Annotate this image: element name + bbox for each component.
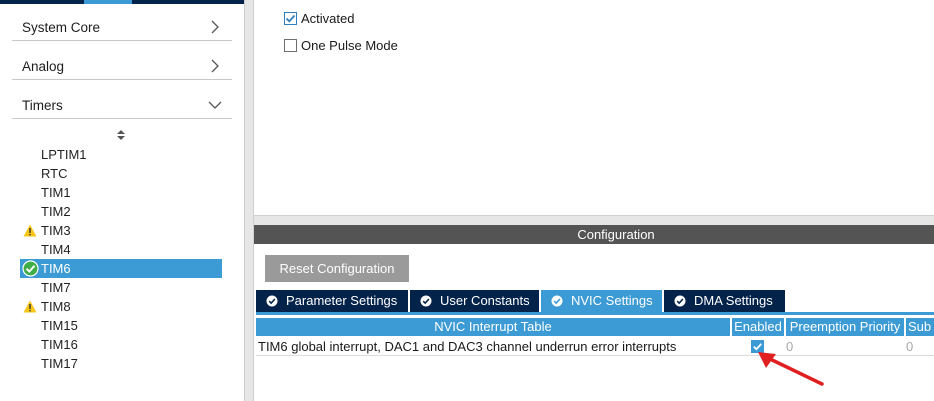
category-label: Analog <box>22 59 65 74</box>
peripheral-lptim1[interactable]: LPTIM1 <box>20 145 222 164</box>
chevron-right-icon <box>211 59 219 73</box>
peripheral-tim16[interactable]: TIM16 <box>20 335 222 354</box>
pane-splitter-horizontal[interactable] <box>254 215 934 225</box>
column-header-interrupt-table[interactable]: NVIC Interrupt Table <box>256 318 730 336</box>
peripheral-label: RTC <box>41 166 68 181</box>
peripheral-label: TIM1 <box>41 185 71 200</box>
peripheral-label: TIM4 <box>41 242 71 257</box>
peripheral-tim8[interactable]: TIM8 <box>20 297 222 316</box>
configuration-title: Configuration <box>577 227 655 242</box>
check-circle-icon <box>674 295 686 307</box>
tabs-underline <box>256 312 934 315</box>
stm32cubemx-window: System Core Analog Timers LPTIM1 RTC TIM… <box>0 0 934 401</box>
peripheral-tim4[interactable]: TIM4 <box>20 240 222 259</box>
pane-splitter-vertical[interactable] <box>244 0 254 401</box>
peripheral-label: TIM2 <box>41 204 71 219</box>
tab-user-constants[interactable]: User Constants <box>410 290 539 312</box>
chevron-right-icon <box>211 20 219 34</box>
tab-dma-settings[interactable]: DMA Settings <box>664 290 785 312</box>
peripheral-label: TIM8 <box>41 299 71 314</box>
category-label: System Core <box>22 20 101 35</box>
interrupt-name-cell: TIM6 global interrupt, DAC1 and DAC3 cha… <box>258 339 677 354</box>
category-system-core[interactable]: System Core <box>12 15 232 41</box>
check-circle-icon <box>420 295 432 307</box>
annotation-arrow-icon <box>758 352 824 386</box>
tab-label: DMA Settings <box>694 293 773 308</box>
peripheral-label: LPTIM1 <box>41 147 87 162</box>
checkbox-box <box>284 39 297 52</box>
peripheral-tim6[interactable]: TIM6 <box>20 259 222 278</box>
tab-nvic-settings[interactable]: NVIC Settings <box>541 290 662 312</box>
peripheral-label: TIM17 <box>41 356 78 371</box>
checkbox-box <box>284 12 297 25</box>
sidebar-top-bar <box>0 0 244 4</box>
peripheral-tim15[interactable]: TIM15 <box>20 316 222 335</box>
peripheral-tim17[interactable]: TIM17 <box>20 354 222 373</box>
peripheral-tim2[interactable]: TIM2 <box>20 202 222 221</box>
sort-arrows-icon[interactable] <box>114 128 128 142</box>
sub-priority-cell[interactable]: 0 <box>906 337 934 356</box>
check-circle-icon <box>22 260 39 277</box>
chevron-down-icon <box>208 101 222 109</box>
check-circle-icon <box>551 295 563 307</box>
warning-icon <box>23 224 37 237</box>
reset-configuration-button[interactable]: Reset Configuration <box>265 255 409 282</box>
check-circle-icon <box>266 295 278 307</box>
activated-label: Activated <box>301 11 355 26</box>
peripheral-label: TIM6 <box>41 261 71 276</box>
peripheral-label: TIM16 <box>41 337 78 352</box>
tab-parameter-settings[interactable]: Parameter Settings <box>256 290 408 312</box>
peripheral-tim7[interactable]: TIM7 <box>20 278 222 297</box>
tab-label: Parameter Settings <box>286 293 398 308</box>
warning-icon <box>23 300 37 313</box>
peripheral-label: TIM15 <box>41 318 78 333</box>
peripheral-rtc[interactable]: RTC <box>20 164 222 183</box>
column-header-enabled[interactable]: Enabled <box>732 318 784 336</box>
peripheral-label: TIM3 <box>41 223 71 238</box>
tab-label: User Constants <box>440 293 530 308</box>
checkmark-icon <box>285 14 296 23</box>
column-header-preemption-priority[interactable]: Preemption Priority <box>786 318 904 336</box>
tab-label: NVIC Settings <box>571 293 653 308</box>
configuration-header: Configuration <box>254 225 934 244</box>
one-pulse-mode-label: One Pulse Mode <box>301 38 398 53</box>
column-header-sub-priority[interactable]: Sub <box>906 318 934 336</box>
category-label: Timers <box>22 98 63 113</box>
peripheral-tim1[interactable]: TIM1 <box>20 183 222 202</box>
peripheral-label: TIM7 <box>41 280 71 295</box>
category-analog[interactable]: Analog <box>12 54 232 80</box>
peripheral-tim3[interactable]: TIM3 <box>20 221 222 240</box>
peripheral-sidebar: System Core Analog Timers LPTIM1 RTC TIM… <box>0 0 244 401</box>
sidebar-top-bar-active <box>84 0 132 4</box>
mode-panel: Activated One Pulse Mode <box>254 0 934 215</box>
category-timers[interactable]: Timers <box>12 93 232 119</box>
